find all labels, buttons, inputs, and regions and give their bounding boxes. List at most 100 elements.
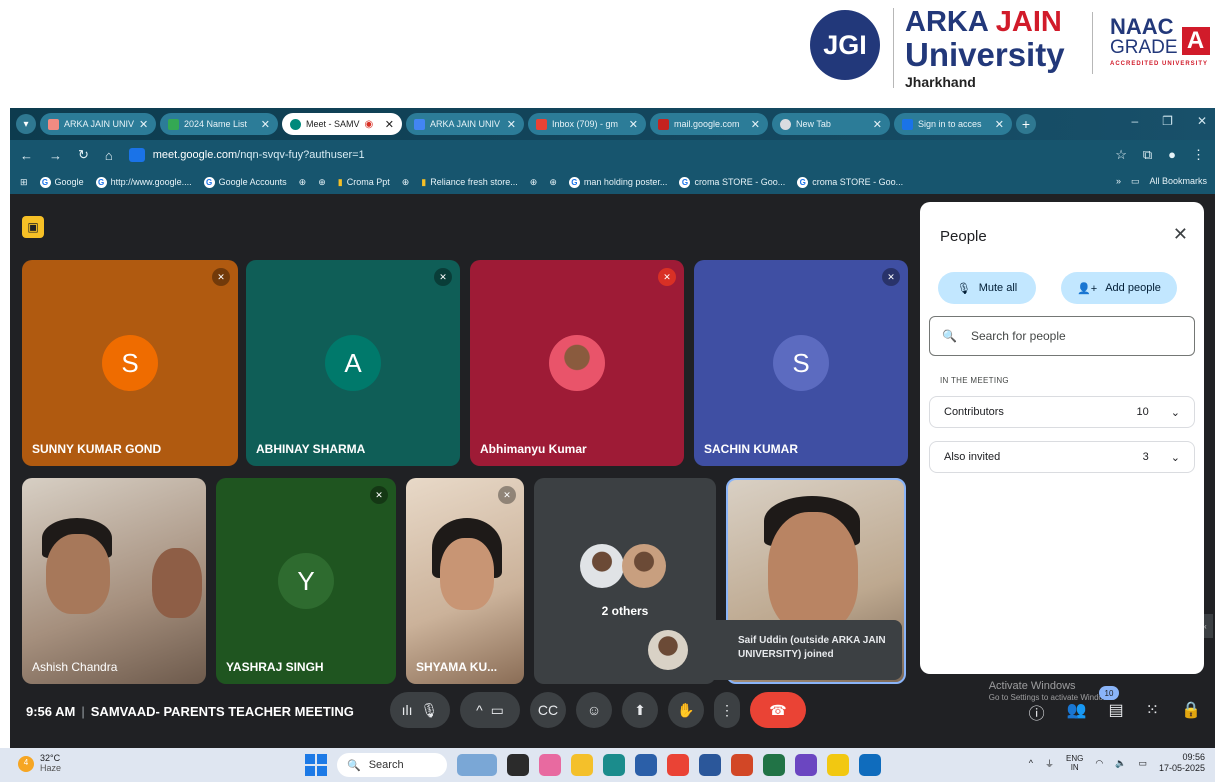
minimize-icon[interactable]: – — [1131, 114, 1138, 128]
participant-tile[interactable]: ✕ A ABHINAY SHARMA — [246, 260, 460, 466]
volume-icon[interactable]: 🔈 — [1115, 758, 1126, 769]
word-icon[interactable] — [699, 754, 721, 776]
participant-tile[interactable]: ✕ SHYAMA KU... — [406, 478, 524, 684]
power-automate-icon[interactable] — [795, 754, 817, 776]
reactions-button[interactable]: ☺ — [576, 692, 612, 728]
home-icon[interactable]: ⌂ — [105, 148, 113, 163]
clock[interactable]: 09:56 17-05-2025 — [1159, 752, 1205, 775]
reload-icon[interactable]: ↻ — [78, 147, 89, 163]
bookmark-reliance[interactable]: ▮ Reliance fresh store... — [421, 177, 518, 188]
power-bi-icon[interactable] — [827, 754, 849, 776]
bookmark-croma-store-1[interactable]: Gcroma STORE - Goo... — [679, 176, 785, 188]
language-indicator[interactable]: ENG IN — [1066, 754, 1083, 773]
bookmark-globe-5[interactable]: ⊕ — [549, 177, 557, 188]
camera-button[interactable]: ^ ▭ — [460, 692, 520, 728]
chevron-up-icon[interactable]: ^ — [1029, 758, 1033, 768]
tab-close-icon[interactable]: ✕ — [873, 118, 882, 131]
tab-search-icon[interactable]: ▾ — [16, 114, 36, 134]
group-also-invited[interactable]: Also invited 3 ⌄ — [929, 441, 1195, 473]
present-button[interactable]: ⬆ — [622, 692, 658, 728]
more-options-button[interactable]: ⋮ — [714, 692, 740, 728]
bookmark-croma-store-2[interactable]: Gcroma STORE - Goo... — [797, 176, 903, 188]
all-bookmarks-link[interactable]: All Bookmarks — [1149, 176, 1207, 187]
participant-tile[interactable]: ✕ S SUNNY KUMAR GOND — [22, 260, 238, 466]
powerpoint-icon[interactable] — [731, 754, 753, 776]
bookmark-man-poster[interactable]: Gman holding poster... — [568, 176, 667, 188]
excel-icon[interactable] — [763, 754, 785, 776]
chrome-icon[interactable] — [667, 754, 689, 776]
bookmark-google-accounts[interactable]: G Google Accounts — [203, 176, 287, 188]
raise-hand-button[interactable]: ✋ — [668, 692, 704, 728]
tab-name-list[interactable]: 2024 Name List ✕ — [160, 113, 278, 135]
bookmark-globe-2[interactable]: ⊕ — [318, 177, 326, 188]
chevron-down-icon[interactable]: ⌄ — [1171, 406, 1180, 419]
extensions-icon[interactable]: ⧉ — [1143, 147, 1152, 163]
add-people-button[interactable]: 👤+ Add people — [1061, 272, 1177, 304]
close-icon[interactable]: ✕ — [1173, 224, 1188, 245]
bookmark-globe-1[interactable]: ⊕ — [299, 177, 307, 188]
tab-close-icon[interactable]: ✕ — [629, 118, 638, 131]
chevron-down-icon[interactable]: ⌄ — [1171, 451, 1180, 464]
captions-button[interactable]: CC — [530, 692, 566, 728]
tab-inbox[interactable]: Inbox (709) - gm ✕ — [528, 113, 646, 135]
tab-close-icon[interactable]: ✕ — [261, 118, 270, 131]
host-controls-icon[interactable]: 🔒 — [1181, 700, 1201, 724]
tab-close-icon[interactable]: ✕ — [995, 118, 1004, 131]
mic-button[interactable]: ılı 🎙 — [390, 692, 450, 728]
people-search-input[interactable]: 🔍 Search for people — [929, 316, 1195, 356]
bookmark-google[interactable]: G Google — [39, 176, 84, 188]
tab-mail[interactable]: mail.google.com ✕ — [650, 113, 768, 135]
tab-close-icon[interactable]: ✕ — [385, 118, 394, 131]
task-view-icon[interactable] — [507, 754, 529, 776]
people-icon[interactable]: 👥 — [1067, 700, 1087, 724]
tab-arka-1[interactable]: ARKA JAIN UNIV ✕ — [40, 113, 156, 135]
close-window-icon[interactable]: ✕ — [1197, 114, 1207, 128]
profile-avatar[interactable]: ● — [1168, 147, 1176, 163]
chat-icon[interactable]: ▤ — [1109, 700, 1124, 724]
bookmark-google-url[interactable]: Ghttp://www.google.... — [95, 176, 192, 188]
taskbar-search[interactable]: 🔍 Search — [337, 753, 447, 777]
tab-sign-in[interactable]: Sign in to acces ✕ — [894, 113, 1012, 135]
weather-widget[interactable]: 4 32°C Haze — [18, 753, 61, 774]
windows-start-icon[interactable] — [305, 754, 327, 776]
tab-close-icon[interactable]: ✕ — [751, 118, 760, 131]
leave-call-button[interactable]: ☎ — [750, 692, 806, 728]
participant-tile[interactable]: Ashish Chandra — [22, 478, 206, 684]
star-bookmark-icon[interactable]: ☆ — [1115, 147, 1127, 163]
bookmark-croma-ppt[interactable]: ▮ Croma Ppt — [338, 177, 390, 188]
activities-icon[interactable]: ⁙ — [1146, 700, 1159, 724]
participant-tile[interactable]: ✕ Y YASHRAJ SINGH — [216, 478, 396, 684]
forward-icon[interactable]: → — [49, 148, 62, 163]
edge-icon[interactable] — [603, 754, 625, 776]
info-icon[interactable]: ⓘ — [1029, 700, 1045, 724]
participant-tile[interactable]: ✕ S SACHIN KUMAR — [694, 260, 908, 466]
url-field[interactable]: meet.google.com/nqn-svqv-fuy?authuser=1 — [128, 148, 365, 162]
more-bookmarks-icon[interactable]: » — [1116, 176, 1121, 187]
kebab-menu-icon[interactable]: ⋮ — [1192, 147, 1205, 163]
no-camera-badge-icon[interactable]: ▣ — [22, 216, 44, 238]
skype-icon[interactable] — [859, 754, 881, 776]
site-info-icon[interactable] — [128, 148, 145, 162]
wifi-icon[interactable]: ◠ — [1095, 758, 1103, 769]
mute-all-button[interactable]: 🎙 Mute all — [938, 272, 1036, 304]
tab-meet[interactable]: Meet - SAMV ◉ ✕ — [282, 113, 402, 135]
tab-close-icon[interactable]: ✕ — [139, 118, 148, 131]
group-contributors[interactable]: Contributors 10 ⌄ — [929, 396, 1195, 428]
participant-tile[interactable]: ✕ Abhimanyu Kumar — [470, 260, 684, 466]
group-label: Contributors — [944, 406, 1004, 418]
bookmark-globe-3[interactable]: ⊕ — [402, 177, 410, 188]
file-explorer-icon[interactable] — [571, 754, 593, 776]
apps-grid-icon[interactable]: ⊞ — [20, 177, 28, 188]
copilot-icon[interactable] — [539, 754, 561, 776]
store-icon[interactable] — [635, 754, 657, 776]
tab-close-icon[interactable]: ✕ — [507, 118, 516, 131]
back-icon[interactable]: ← — [20, 148, 33, 163]
widget-icon[interactable] — [457, 754, 497, 776]
usb-icon[interactable]: ⏚ — [1045, 757, 1054, 770]
tab-arka-2[interactable]: ARKA JAIN UNIV ✕ — [406, 113, 524, 135]
tab-new-tab[interactable]: New Tab ✕ — [772, 113, 890, 135]
new-tab-plus-icon[interactable]: + — [1016, 114, 1036, 134]
restore-icon[interactable]: ❐ — [1162, 114, 1173, 128]
bookmark-globe-4[interactable]: ⊕ — [530, 177, 538, 188]
battery-icon[interactable]: ▭ — [1138, 758, 1147, 769]
